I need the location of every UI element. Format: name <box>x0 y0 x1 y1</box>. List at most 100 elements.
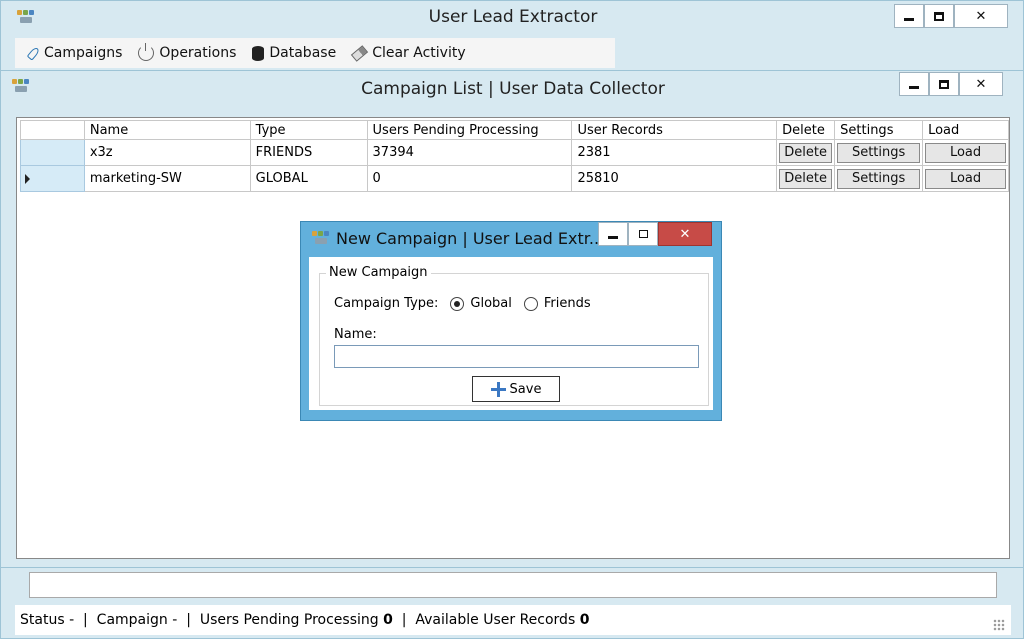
column-header-name[interactable]: Name <box>83 120 251 140</box>
campaign-type-row: Campaign Type: Global Friends <box>334 296 591 311</box>
dialog-close-button[interactable]: ✕ <box>658 222 712 246</box>
maximize-icon <box>934 11 944 21</box>
cell-name[interactable]: x3z <box>83 139 251 166</box>
radio-friends[interactable] <box>523 296 538 311</box>
status-separator: | <box>177 612 200 628</box>
settings-button[interactable]: Settings <box>837 142 921 163</box>
radio-friends-label[interactable]: Friends <box>544 296 591 311</box>
pending-label: Users Pending Processing <box>199 612 379 628</box>
maximize-icon <box>939 79 949 89</box>
toolbar: Campaigns Operations Database Clear Acti… <box>15 38 615 68</box>
column-header-type[interactable]: Type <box>249 120 368 140</box>
toolbar-clear-activity-label: Clear Activity <box>372 45 466 61</box>
cell-type[interactable]: GLOBAL <box>249 165 368 192</box>
cell-pending[interactable]: 37394 <box>366 139 573 166</box>
radio-global[interactable] <box>450 296 465 311</box>
load-button[interactable]: Load <box>925 142 1006 163</box>
toolbar-clear-activity[interactable]: Clear Activity <box>351 44 466 62</box>
main-window-title: User Lead Extractor <box>428 7 598 27</box>
groupbox-label: New Campaign <box>326 265 431 280</box>
pending-value: 0 <box>383 612 393 628</box>
list-caption-buttons: ✕ <box>899 72 1003 96</box>
cell-pending[interactable]: 0 <box>366 165 573 192</box>
close-button[interactable]: ✕ <box>954 4 1008 28</box>
save-button-label: Save <box>509 381 542 397</box>
toolbar-campaigns-label: Campaigns <box>44 45 123 61</box>
save-button[interactable]: Save <box>472 376 560 402</box>
toolbar-database[interactable]: Database <box>252 45 336 61</box>
table-row[interactable]: marketing-SW GLOBAL 0 25810 Delete Setti… <box>20 165 1009 192</box>
status-separator: | <box>74 612 97 628</box>
status-bar: Status - | Campaign - | Users Pending Pr… <box>15 605 1011 635</box>
plus-icon <box>490 381 506 397</box>
eraser-icon <box>351 44 369 62</box>
cell-name[interactable]: marketing-SW <box>83 165 251 192</box>
dialog-minimize-button[interactable] <box>598 222 628 246</box>
database-icon <box>252 45 265 61</box>
cell-delete: Delete <box>776 139 836 166</box>
toolbar-campaigns[interactable]: Campaigns <box>25 45 122 61</box>
settings-button[interactable]: Settings <box>837 168 921 189</box>
cell-records[interactable]: 25810 <box>571 165 778 192</box>
list-maximize-button[interactable] <box>929 72 959 96</box>
cell-records[interactable]: 2381 <box>571 139 778 166</box>
cell-settings: Settings <box>834 139 924 166</box>
campaign-type-label: Campaign Type: <box>334 296 439 311</box>
minimize-icon <box>904 17 914 21</box>
dialog-body: New Campaign Campaign Type: Global Frien… <box>309 257 713 410</box>
toolbar-database-label: Database <box>269 45 337 61</box>
name-label: Name: <box>334 327 377 342</box>
cell-delete: Delete <box>776 165 836 192</box>
campaign-label: Campaign <box>96 612 168 628</box>
column-header-pending[interactable]: Users Pending Processing <box>366 120 573 140</box>
minimize-icon <box>909 85 919 89</box>
column-header-settings[interactable]: Settings <box>834 120 924 140</box>
rocket-icon <box>25 46 39 60</box>
dialog-maximize-button[interactable] <box>628 222 658 246</box>
campaign-table: Name Type Users Pending Processing User … <box>20 120 1009 192</box>
status-label: Status <box>20 612 65 628</box>
row-header[interactable] <box>20 139 85 166</box>
minimize-button[interactable] <box>894 4 924 28</box>
column-header-delete[interactable]: Delete <box>776 120 836 140</box>
list-minimize-button[interactable] <box>899 72 929 96</box>
cell-load: Load <box>922 165 1009 192</box>
dialog-title: New Campaign | User Lead Extr... <box>336 229 605 248</box>
dialog-caption-buttons: ✕ <box>598 222 712 246</box>
list-close-button[interactable]: ✕ <box>959 72 1003 96</box>
current-row-arrow-icon <box>25 174 30 184</box>
delete-button[interactable]: Delete <box>779 168 833 189</box>
row-header-selected[interactable] <box>20 165 85 192</box>
dialog-icon <box>312 231 330 247</box>
available-value: 0 <box>579 612 590 628</box>
activity-log-panel <box>29 572 997 598</box>
status-separator: | <box>392 612 416 628</box>
cell-type[interactable]: FRIENDS <box>249 139 368 166</box>
table-row[interactable]: x3z FRIENDS 37394 2381 Delete Settings L… <box>20 139 1009 166</box>
toolbar-operations-label: Operations <box>159 45 237 61</box>
table-header-row: Name Type Users Pending Processing User … <box>20 120 1009 140</box>
close-icon: ✕ <box>975 8 987 24</box>
minimize-icon <box>608 235 618 239</box>
column-header-load[interactable]: Load <box>922 120 1009 140</box>
new-campaign-dialog: New Campaign | User Lead Extr... ✕ New C… <box>300 221 722 421</box>
cell-settings: Settings <box>834 165 924 192</box>
load-button[interactable]: Load <box>925 168 1006 189</box>
available-label: Available User Records <box>415 612 576 628</box>
list-window-title: Campaign List | User Data Collector <box>361 79 665 99</box>
delete-button[interactable]: Delete <box>779 142 833 163</box>
maximize-button[interactable] <box>924 4 954 28</box>
column-header-records[interactable]: User Records <box>571 120 778 140</box>
cell-load: Load <box>922 139 1009 166</box>
row-header-column <box>20 120 85 140</box>
power-icon <box>138 43 155 61</box>
new-campaign-groupbox: New Campaign Campaign Type: Global Frien… <box>319 265 709 406</box>
name-input[interactable] <box>334 345 699 368</box>
close-icon: ✕ <box>975 76 987 92</box>
main-caption-buttons: ✕ <box>894 4 1008 28</box>
resize-grip[interactable] <box>993 619 1005 631</box>
radio-global-label[interactable]: Global <box>470 296 511 311</box>
toolbar-operations[interactable]: Operations <box>138 43 237 61</box>
close-icon: ✕ <box>679 226 691 242</box>
maximize-icon <box>638 230 648 238</box>
